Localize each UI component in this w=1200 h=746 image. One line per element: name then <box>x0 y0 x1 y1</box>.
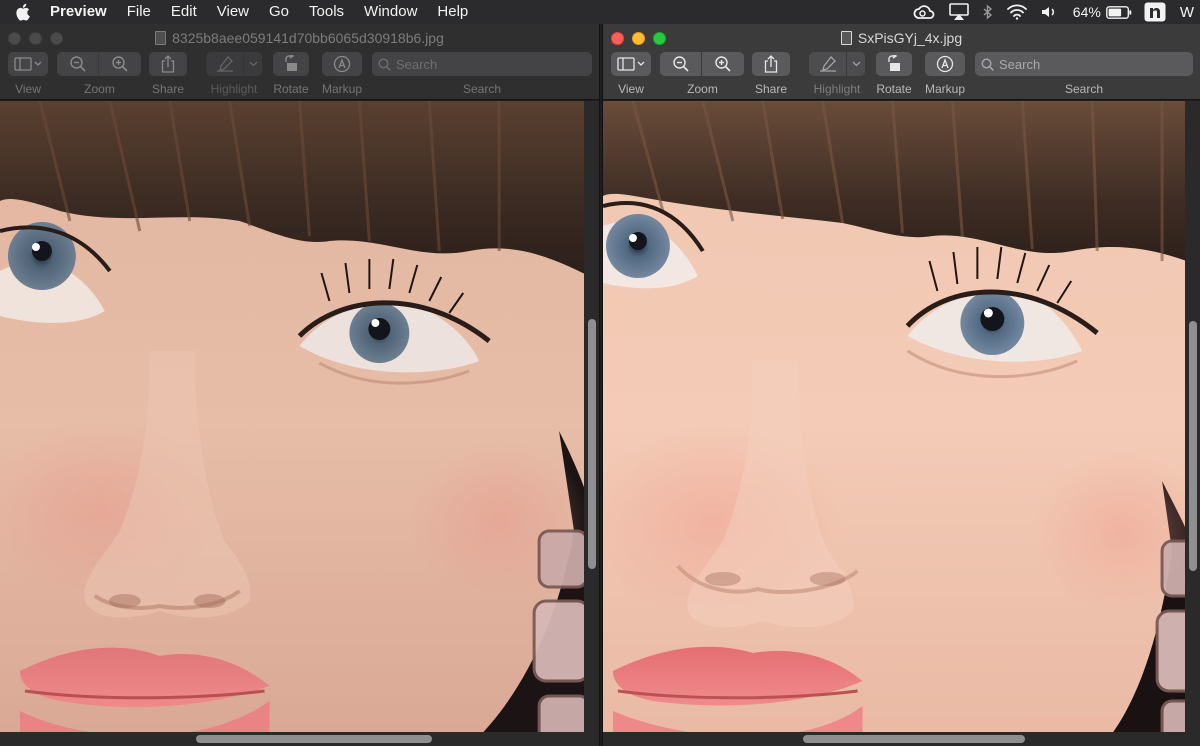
search-icon <box>981 57 994 71</box>
share-icon <box>764 55 778 73</box>
image-viewport[interactable] <box>0 101 599 746</box>
menu-file[interactable]: File <box>117 0 161 24</box>
highlight-button[interactable] <box>809 52 847 76</box>
markup-button[interactable] <box>322 52 362 76</box>
earring <box>532 529 591 746</box>
horizontal-scrollbar[interactable] <box>803 735 1025 743</box>
highlight-dropdown-button[interactable] <box>244 52 262 76</box>
highlight-label: Highlight <box>210 82 258 96</box>
share-label: Share <box>151 82 185 96</box>
zoom-out-button[interactable] <box>660 52 702 76</box>
zoom-in-icon <box>715 56 731 72</box>
menu-view[interactable]: View <box>207 0 259 24</box>
bluetooth-icon[interactable] <box>983 3 993 21</box>
menu-edit[interactable]: Edit <box>161 0 207 24</box>
rotate-label: Rotate <box>876 82 912 96</box>
user-initial: W <box>1179 3 1194 21</box>
rotate-button[interactable] <box>876 52 912 76</box>
highlight-control <box>206 52 262 76</box>
zoom-control <box>57 52 141 76</box>
menu-bar: Preview File Edit View Go Tools Window H… <box>0 0 1200 24</box>
document-title-text: SxPisGYj_4x.jpg <box>857 30 963 46</box>
wifi-icon[interactable] <box>1006 4 1027 20</box>
window-titlebar: SxPisGYj_4x.jpg View Zoom Share Highligh… <box>603 24 1200 100</box>
rotate-icon <box>888 55 900 71</box>
search-placeholder: Search <box>999 56 1041 72</box>
zoom-control <box>660 52 744 76</box>
menu-tools[interactable]: Tools <box>299 0 354 24</box>
toolbar: View Zoom Share Highlight Rotate Markup … <box>0 52 599 98</box>
share-button[interactable] <box>752 52 790 76</box>
markup-button[interactable] <box>925 52 965 76</box>
sidebar-icon <box>14 57 42 71</box>
battery-percent: 64% <box>1072 4 1101 20</box>
volume-icon[interactable] <box>1041 5 1057 19</box>
rotate-button[interactable] <box>273 52 309 76</box>
toolbar: View Zoom Share Highlight Rotate Markup … <box>603 52 1200 98</box>
rotate-label: Rotate <box>273 82 309 96</box>
highlight-control <box>809 52 865 76</box>
search-icon <box>378 57 391 71</box>
apple-logo-icon <box>15 3 30 21</box>
user-badge-icon[interactable] <box>1144 2 1166 22</box>
view-menu-button[interactable] <box>8 52 48 76</box>
markup-label: Markup <box>924 82 965 96</box>
portrait-photo <box>0 101 599 746</box>
creative-cloud-icon[interactable] <box>913 4 935 20</box>
share-icon <box>161 55 175 73</box>
view-label: View <box>618 82 644 96</box>
menu-go[interactable]: Go <box>259 0 299 24</box>
preview-window-left: 8325b8aee059141d70bb6065d30918b6.jpg Vie… <box>0 24 600 746</box>
search-input[interactable]: Search <box>975 52 1193 76</box>
zoom-in-button[interactable] <box>99 52 141 76</box>
document-title-text: 8325b8aee059141d70bb6065d30918b6.jpg <box>172 30 444 46</box>
search-label: Search <box>1064 82 1104 96</box>
highlight-label: Highlight <box>813 82 861 96</box>
preview-window-right: SxPisGYj_4x.jpg View Zoom Share Highligh… <box>602 24 1200 746</box>
zoom-out-icon <box>69 56 86 72</box>
document-title[interactable]: SxPisGYj_4x.jpg <box>603 30 1200 46</box>
search-label: Search <box>462 82 502 96</box>
highlight-dropdown-button[interactable] <box>847 52 865 76</box>
document-title[interactable]: 8325b8aee059141d70bb6065d30918b6.jpg <box>0 30 599 46</box>
document-icon <box>155 31 167 45</box>
document-icon <box>840 31 852 45</box>
zoom-in-icon <box>112 56 128 72</box>
airplay-icon[interactable] <box>948 3 969 21</box>
menu-help[interactable]: Help <box>427 0 478 24</box>
sidebar-icon <box>617 57 645 71</box>
vertical-scrollbar[interactable] <box>1189 321 1197 571</box>
apple-menu[interactable] <box>0 3 44 21</box>
rotate-icon <box>285 55 297 71</box>
share-button[interactable] <box>149 52 187 76</box>
zoom-out-icon <box>672 56 689 72</box>
window-titlebar: 8325b8aee059141d70bb6065d30918b6.jpg Vie… <box>0 24 599 100</box>
search-input[interactable]: Search <box>372 52 592 76</box>
zoom-label: Zoom <box>84 82 115 96</box>
view-menu-button[interactable] <box>611 52 651 76</box>
image-viewport[interactable] <box>603 101 1200 746</box>
zoom-label: Zoom <box>687 82 718 96</box>
markup-icon <box>936 55 954 73</box>
highlight-button[interactable] <box>206 52 244 76</box>
highlighter-icon <box>819 56 836 72</box>
battery-icon[interactable] <box>1105 5 1132 19</box>
view-label: View <box>15 82 41 96</box>
horizontal-scrollbar[interactable] <box>196 735 432 743</box>
zoom-out-button[interactable] <box>57 52 99 76</box>
portrait-photo <box>603 101 1200 746</box>
search-placeholder: Search <box>396 56 438 72</box>
vertical-scrollbar[interactable] <box>588 319 596 569</box>
menu-window[interactable]: Window <box>354 0 427 24</box>
highlighter-icon <box>216 56 233 72</box>
markup-label: Markup <box>321 82 362 96</box>
chevron-down-icon <box>852 61 860 67</box>
share-label: Share <box>754 82 788 96</box>
zoom-in-button[interactable] <box>702 52 744 76</box>
status-area: 64% W <box>899 0 1200 24</box>
markup-icon <box>333 55 351 73</box>
chevron-down-icon <box>249 61 257 67</box>
menu-preview[interactable]: Preview <box>44 0 117 24</box>
